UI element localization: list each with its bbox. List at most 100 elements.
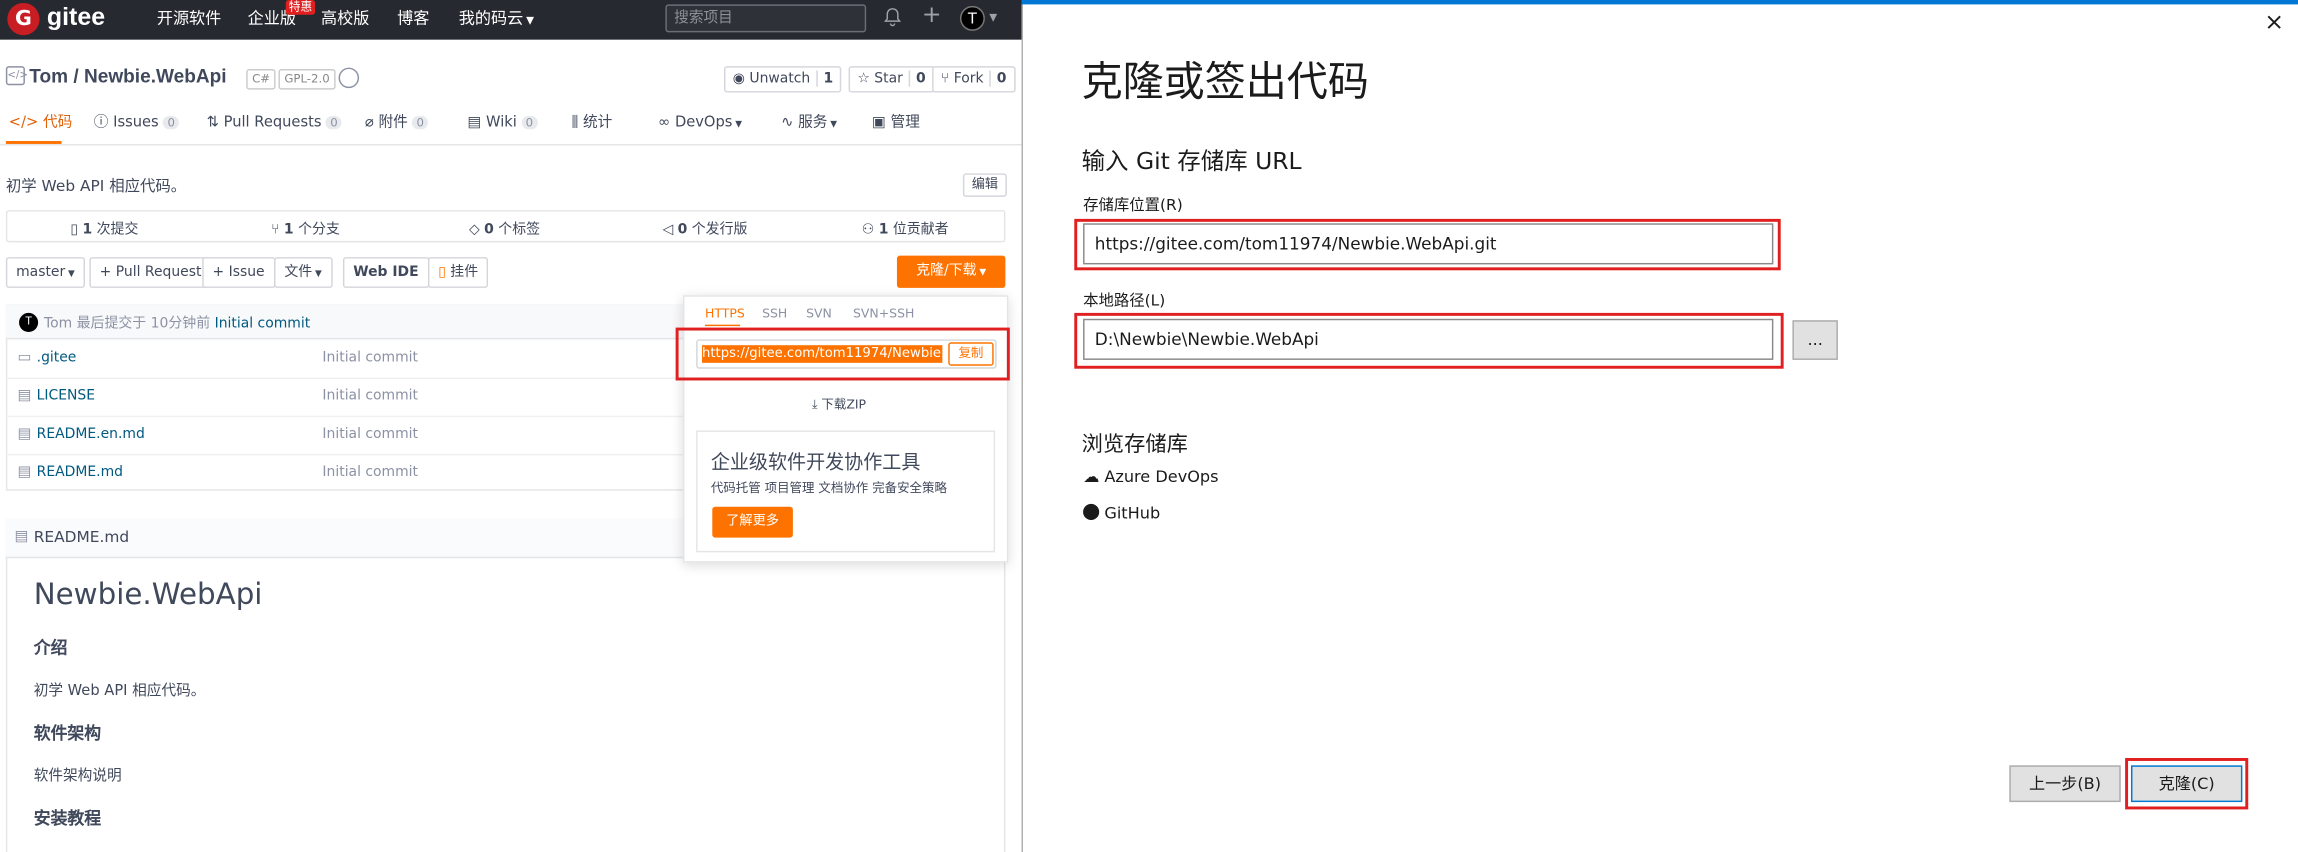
- stat-tags-num: 0: [484, 221, 494, 238]
- protocol-tab-svn-ssh[interactable]: SVN+SSH: [853, 307, 914, 322]
- plus-icon[interactable]: +: [922, 2, 942, 26]
- close-icon[interactable]: ×: [2264, 8, 2284, 35]
- file-commit-message[interactable]: Initial commit: [322, 464, 418, 480]
- unwatch-button[interactable]: ◉ Unwatch 1: [724, 66, 842, 93]
- branch-select[interactable]: master ▼: [5, 257, 86, 288]
- star-button[interactable]: ☆ Star 0: [848, 66, 935, 93]
- readme-paragraph: 初学 Web API 相应代码。: [33, 683, 206, 700]
- readme-title: Newbie.WebApi: [33, 575, 263, 612]
- file-commit-message[interactable]: Initial commit: [322, 388, 418, 404]
- tab-wiki[interactable]: ▤ Wiki 0: [468, 115, 538, 133]
- tab-wiki-label: Wiki: [486, 114, 517, 131]
- tab-attachments[interactable]: ⌀ 附件 0: [365, 115, 429, 133]
- license-tag[interactable]: GPL-2.0: [278, 69, 336, 90]
- service-github[interactable]: GitHub: [1083, 503, 1160, 523]
- tab-devops[interactable]: ∞ DevOps ▼: [658, 115, 742, 134]
- back-button[interactable]: 上一步(B): [2009, 765, 2121, 803]
- language-tag[interactable]: C#: [246, 69, 276, 90]
- download-zip-link[interactable]: ⤓ 下载ZIP: [812, 395, 866, 413]
- eye-icon: ◉: [732, 70, 750, 87]
- tag-icon: ◇: [468, 221, 485, 238]
- commit-text: Tom 最后提交于 10分钟前: [43, 315, 211, 332]
- readme-paragraph: 软件架构说明: [33, 768, 122, 785]
- protocol-tab-https[interactable]: HTTPS: [705, 307, 745, 322]
- nav-university[interactable]: 高校版: [321, 9, 369, 30]
- web-ide-button[interactable]: Web IDE: [342, 257, 429, 288]
- protocol-tab-svn[interactable]: SVN: [806, 307, 832, 322]
- gitee-logo-icon[interactable]: G: [7, 2, 40, 36]
- tab-manage[interactable]: ▣ 管理: [872, 115, 920, 133]
- tab-services[interactable]: ∿ 服务 ▼: [781, 115, 837, 134]
- readme-heading: 安装教程: [33, 807, 102, 829]
- nav-open-source[interactable]: 开源软件: [157, 9, 221, 30]
- widget-button[interactable]: ▯ 挂件: [427, 257, 489, 288]
- chevron-down-icon: ▼: [827, 118, 838, 130]
- file-commit-message[interactable]: Initial commit: [322, 350, 418, 366]
- file-menu-button[interactable]: 文件 ▼: [274, 257, 333, 288]
- tab-services-label: 服务: [798, 114, 828, 131]
- chevron-down-icon[interactable]: ▼: [989, 12, 997, 24]
- recommend-badge-icon: [338, 67, 360, 89]
- learn-more-button[interactable]: 了解更多: [712, 506, 793, 538]
- pulse-icon: ∿: [781, 114, 794, 131]
- file-icon: ▤: [17, 426, 32, 443]
- widget-label: 挂件: [450, 264, 479, 281]
- stat-tags[interactable]: ◇ 0 个标签: [469, 217, 540, 238]
- search-input[interactable]: 搜索项目: [665, 4, 867, 33]
- service-azure-devops-label: Azure DevOps: [1104, 467, 1219, 487]
- tab-stats[interactable]: ⫼ 统计: [572, 115, 613, 133]
- commit-icon: ▯: [70, 221, 83, 238]
- file-name[interactable]: LICENSE: [37, 388, 95, 404]
- readme-heading: 介绍: [33, 637, 68, 659]
- stat-branches[interactable]: ⑂ 1 个分支: [271, 217, 340, 238]
- bar-chart-icon: ⫼: [571, 114, 579, 131]
- clone-download-button[interactable]: 克隆/下载 ▼: [896, 255, 1006, 288]
- stat-releases[interactable]: ◁ 0 个发行版: [662, 217, 747, 238]
- settings-page-icon: ▣: [872, 114, 886, 131]
- user-avatar[interactable]: T: [959, 5, 985, 31]
- top-navbar: G gitee 开源软件 企业版 特惠 高校版 博客 我的码云 ▼ 搜索项目 + …: [0, 0, 1022, 40]
- commit-link[interactable]: Initial commit: [215, 316, 311, 332]
- tab-issues[interactable]: ⓘ Issues 0: [94, 115, 180, 133]
- tab-pull-requests-count: 0: [325, 116, 343, 130]
- stat-contributors[interactable]: ⚇ 1 位贡献者: [862, 217, 949, 238]
- file-icon: ▤: [14, 528, 29, 545]
- stat-releases-label: 个发行版: [691, 221, 748, 238]
- stat-commits[interactable]: ▯ 1 次提交: [70, 217, 138, 238]
- service-azure-devops[interactable]: ☁ Azure DevOps: [1083, 467, 1218, 486]
- local-path-highlight: [1074, 312, 1784, 369]
- tab-issues-count: 0: [163, 116, 180, 130]
- browse-folder-button[interactable]: ...: [1792, 320, 1838, 360]
- protocol-tab-ssh[interactable]: SSH: [762, 307, 787, 322]
- fork-button[interactable]: ⑂ Fork 0: [932, 66, 1016, 93]
- stat-tags-label: 个标签: [498, 221, 541, 238]
- tab-issues-label: Issues: [113, 114, 159, 131]
- file-name[interactable]: .gitee: [37, 350, 77, 366]
- nav-my-gitee[interactable]: 我的码云 ▼: [459, 9, 534, 31]
- tab-devops-label: DevOps: [674, 114, 733, 131]
- tab-pull-requests[interactable]: ⇅ Pull Requests 0: [207, 115, 343, 133]
- edit-description-button[interactable]: 编辑: [962, 173, 1007, 197]
- chevron-down-icon: ▼: [976, 267, 987, 278]
- tab-manage-label: 管理: [890, 114, 920, 131]
- unwatch-label: Unwatch: [749, 70, 811, 87]
- code-repo-icon: </>: [5, 66, 28, 86]
- file-name[interactable]: README.md: [37, 464, 123, 480]
- repo-title[interactable]: Tom / Newbie.WebApi: [29, 65, 226, 87]
- stat-releases-num: 0: [677, 221, 688, 238]
- new-pull-request-button[interactable]: + Pull Request: [89, 257, 212, 288]
- issue-icon: ⓘ: [93, 114, 109, 131]
- gitee-brand[interactable]: gitee: [47, 3, 105, 32]
- stat-branches-label: 个分支: [298, 221, 340, 238]
- nav-my-gitee-label: 我的码云: [458, 8, 524, 28]
- branch-select-value: master: [16, 264, 66, 281]
- file-name[interactable]: README.en.md: [37, 426, 145, 442]
- new-issue-button[interactable]: + Issue: [202, 257, 275, 288]
- file-icon: ▤: [17, 387, 32, 404]
- commit-author-avatar[interactable]: T: [19, 312, 39, 332]
- bell-icon[interactable]: [884, 7, 902, 32]
- repo-description: 初学 Web API 相应代码。: [5, 177, 187, 196]
- file-commit-message[interactable]: Initial commit: [322, 426, 418, 442]
- tab-code[interactable]: </> 代码: [9, 115, 73, 133]
- nav-blog[interactable]: 博客: [397, 9, 429, 30]
